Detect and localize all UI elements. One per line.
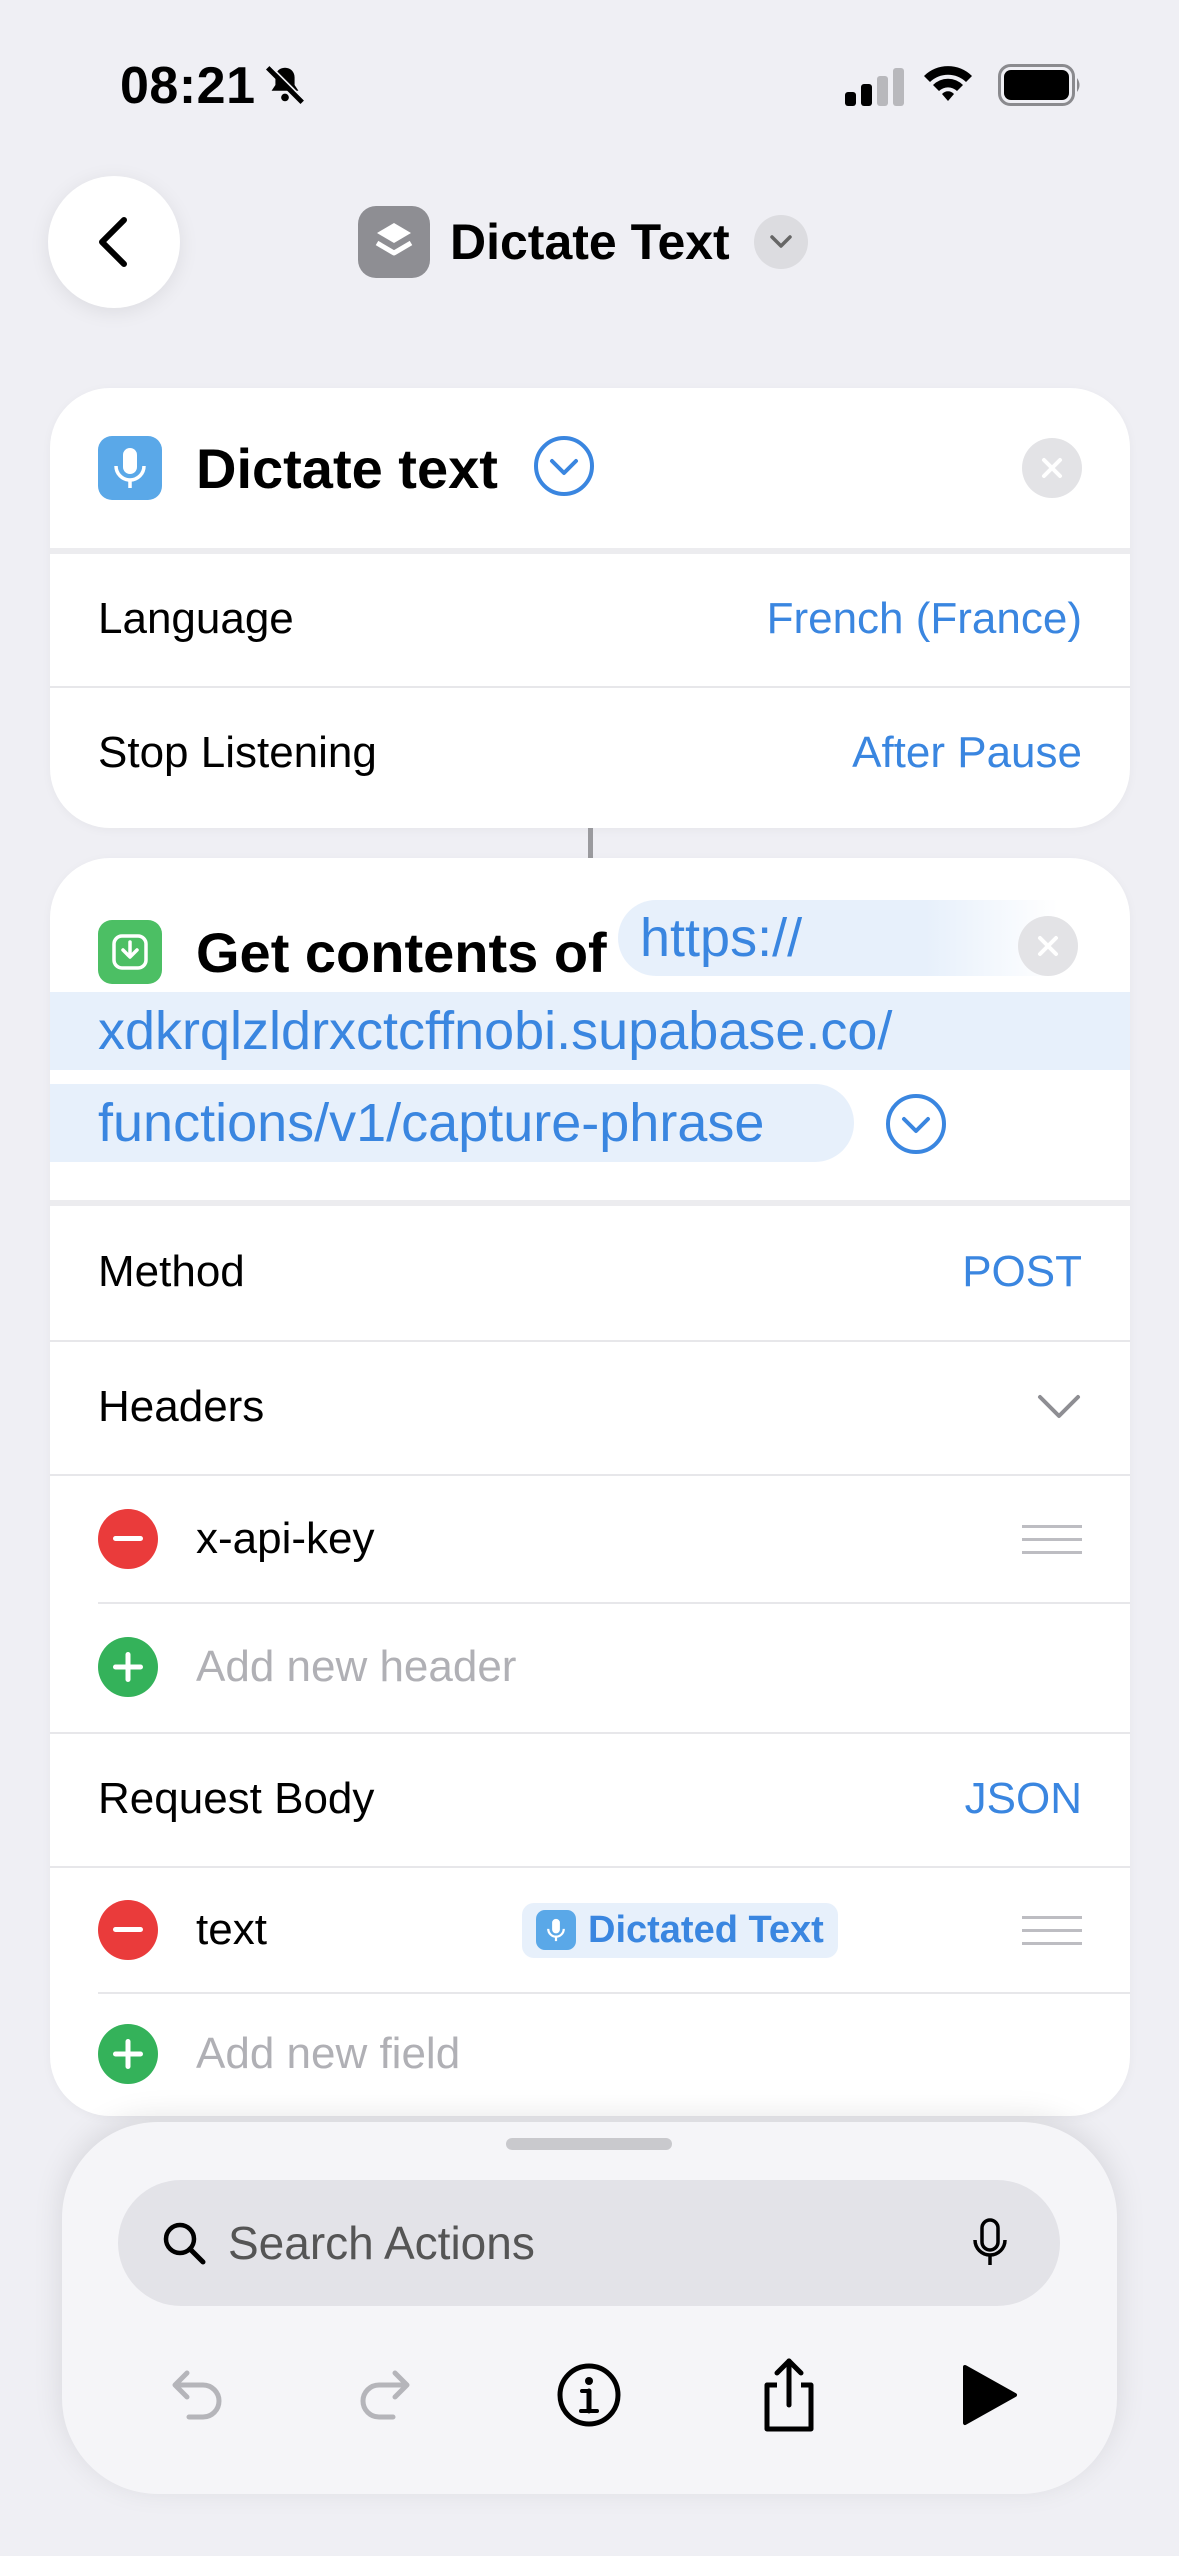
language-label: Language <box>98 594 294 643</box>
microphone-icon <box>98 436 162 500</box>
body-field-key[interactable]: text <box>196 1905 267 1955</box>
language-row[interactable]: Language French (France) <box>50 554 1130 684</box>
dictate-text-action-card: Dictate text Language French (France) St… <box>50 388 1130 828</box>
silent-bell-icon <box>262 62 308 113</box>
remove-action-button[interactable] <box>1018 916 1078 976</box>
shortcuts-app-icon <box>358 206 430 278</box>
plus-icon <box>113 1652 143 1682</box>
url-line-2[interactable]: xdkrqlzldrxctcffnobi.supabase.co/ <box>50 992 1130 1070</box>
get-contents-title: Get contents of <box>196 920 607 984</box>
get-contents-header: Get contents of <box>98 906 607 998</box>
headers-row[interactable]: Headers <box>50 1342 1130 1472</box>
chevron-down-icon[interactable] <box>1036 1393 1082 1421</box>
reorder-handle-icon[interactable] <box>1022 1515 1082 1564</box>
expand-chevron-icon[interactable] <box>884 1092 948 1161</box>
share-icon <box>764 2358 814 2432</box>
language-value[interactable]: French (France) <box>767 594 1082 644</box>
headers-label: Headers <box>98 1382 265 1431</box>
method-row[interactable]: Method POST <box>50 1206 1130 1338</box>
remove-header-button[interactable] <box>98 1509 158 1569</box>
play-icon <box>963 2365 1017 2425</box>
get-contents-action-card: Get contents of https:// xdkrqlzldrxctcf… <box>50 858 1130 2116</box>
url-line-1[interactable]: https:// <box>618 900 1058 976</box>
redo-icon <box>360 2370 410 2420</box>
variable-label: Dictated Text <box>588 1908 824 1951</box>
method-value[interactable]: POST <box>962 1247 1082 1297</box>
sheet-grabber[interactable] <box>506 2138 672 2150</box>
add-field-button[interactable] <box>98 2024 158 2084</box>
search-actions-field[interactable]: Search Actions <box>118 2180 1060 2306</box>
back-button[interactable] <box>48 176 180 308</box>
chevron-left-icon <box>99 217 127 267</box>
info-button[interactable] <box>544 2350 634 2440</box>
wifi-icon <box>922 62 974 111</box>
undo-icon <box>172 2370 222 2420</box>
chevron-down-icon[interactable] <box>753 215 808 269</box>
plus-icon <box>113 2039 143 2069</box>
remove-field-button[interactable] <box>98 1900 158 1960</box>
info-icon <box>557 2363 621 2427</box>
shortcut-title-menu[interactable]: Dictate Text <box>358 206 808 278</box>
close-icon <box>1042 458 1062 478</box>
status-time: 08:21 <box>120 57 256 115</box>
header-item-row: x-api-key <box>50 1476 1130 1602</box>
search-icon <box>163 2222 206 2265</box>
close-icon <box>1038 936 1058 956</box>
redo-button[interactable] <box>344 2350 434 2440</box>
add-field-label[interactable]: Add new field <box>196 2029 460 2079</box>
method-label: Method <box>98 1247 245 1296</box>
remove-action-button[interactable] <box>1022 438 1082 498</box>
dictate-action-title: Dictate text <box>196 436 498 500</box>
request-body-label: Request Body <box>98 1774 375 1823</box>
microphone-icon[interactable] <box>972 2218 1008 2268</box>
add-field-row[interactable]: Add new field <box>50 1994 1130 2114</box>
minus-icon <box>113 1927 143 1932</box>
search-placeholder: Search Actions <box>228 2217 535 2269</box>
microphone-icon <box>536 1910 576 1950</box>
share-button[interactable] <box>744 2350 834 2440</box>
add-header-label[interactable]: Add new header <box>196 1642 516 1692</box>
page-title: Dictate Text <box>450 214 730 270</box>
action-connector <box>588 828 593 858</box>
stop-listening-label: Stop Listening <box>98 728 377 777</box>
request-body-value[interactable]: JSON <box>965 1774 1082 1824</box>
dictate-action-header: Dictate text <box>50 418 1130 518</box>
url-line-3[interactable]: functions/v1/capture-phrase <box>50 1084 854 1162</box>
undo-button[interactable] <box>148 2350 238 2440</box>
reorder-handle-icon[interactable] <box>1022 1906 1082 1955</box>
dictated-text-variable[interactable]: Dictated Text <box>522 1902 838 1958</box>
stop-listening-row[interactable]: Stop Listening After Pause <box>50 688 1130 818</box>
expand-chevron-icon[interactable] <box>532 434 596 503</box>
add-header-row[interactable]: Add new header <box>50 1604 1130 1730</box>
run-shortcut-button[interactable] <box>944 2350 1034 2440</box>
header-key[interactable]: x-api-key <box>196 1514 375 1564</box>
stop-listening-value[interactable]: After Pause <box>852 728 1082 778</box>
cellular-signal-icon <box>845 68 905 111</box>
add-header-button[interactable] <box>98 1637 158 1697</box>
body-field-row: text Dictated Text <box>50 1868 1130 1992</box>
minus-icon <box>113 1536 143 1541</box>
battery-icon <box>998 64 1082 111</box>
download-icon <box>98 920 162 984</box>
request-body-row[interactable]: Request Body JSON <box>50 1734 1130 1864</box>
